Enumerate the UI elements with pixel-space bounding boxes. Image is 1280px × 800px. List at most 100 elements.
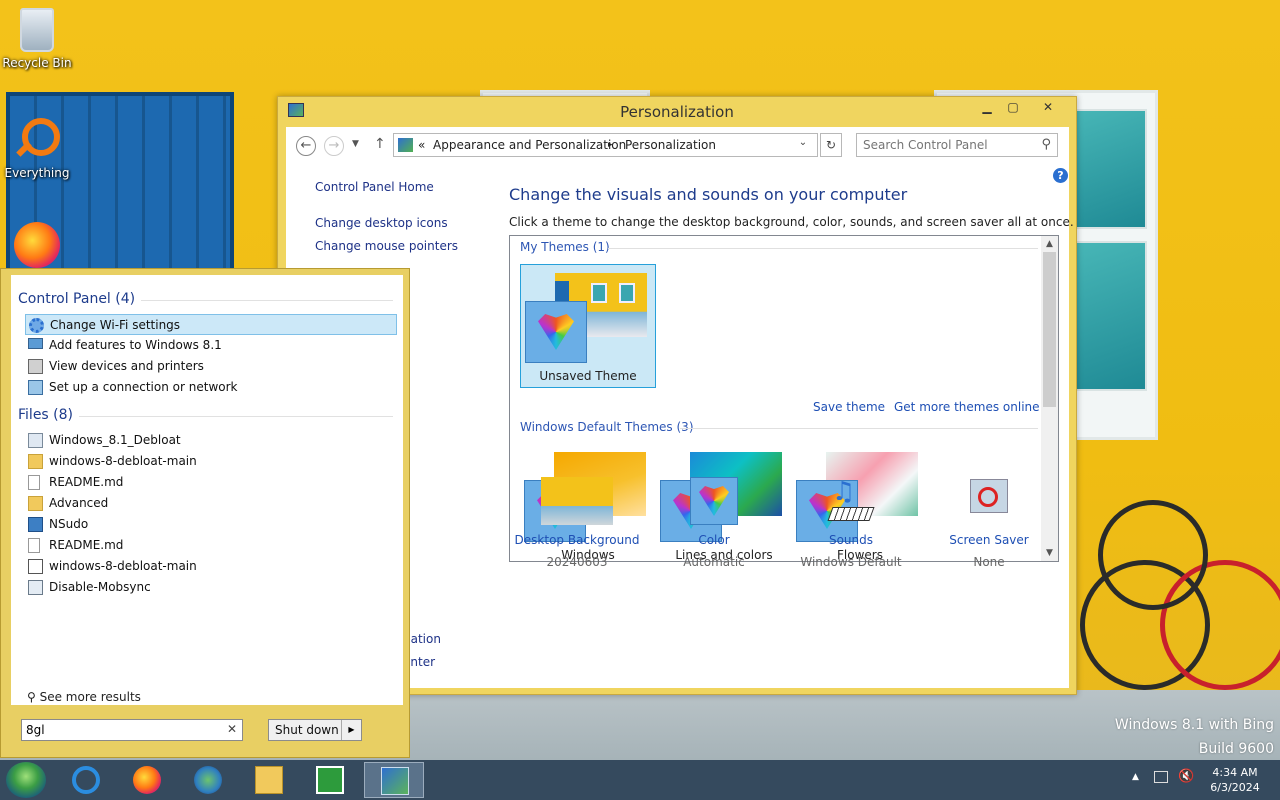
shut-down-button[interactable]: Shut down ▶ — [268, 719, 362, 741]
desktop-icon-recycle-bin[interactable]: Recycle Bin — [0, 8, 74, 70]
up-button[interactable]: ↑ — [374, 136, 386, 152]
file-result[interactable]: windows-8-debloat-main — [25, 556, 397, 577]
save-theme-link[interactable]: Save theme — [813, 400, 885, 414]
scroll-thumb[interactable] — [1043, 252, 1056, 407]
files-group-label: Files (8) — [18, 407, 74, 423]
taskbar-internet-explorer[interactable] — [56, 762, 116, 798]
search-box[interactable]: ⚲ — [856, 133, 1058, 157]
theme-unsaved[interactable]: Unsaved Theme — [520, 264, 656, 388]
address-prefix[interactable]: « — [418, 138, 425, 152]
result-set-up-connection[interactable]: Set up a connection or network — [25, 377, 397, 398]
theme-name: Unsaved Theme — [539, 369, 637, 383]
address-dropdown-icon[interactable]: ⌄ — [791, 137, 815, 148]
volume-muted-icon[interactable]: 🔇 — [1178, 769, 1194, 784]
file-result[interactable]: Disable-Mobsync — [25, 577, 397, 598]
section-divider — [608, 248, 1038, 249]
group-divider — [79, 416, 393, 417]
search-icon: ⚲ — [27, 690, 40, 704]
watermark-line1: Windows 8.1 with Bing — [1114, 717, 1274, 733]
result-label: Advanced — [49, 496, 109, 510]
screen-saver-setting[interactable]: Screen Saver None — [919, 477, 1059, 569]
file-result[interactable]: README.md — [25, 472, 397, 493]
file-explorer-icon — [255, 766, 283, 794]
minimize-button[interactable]: ▁ — [974, 97, 1000, 119]
file-result[interactable]: README.md — [25, 535, 397, 556]
file-result[interactable]: NSudo — [25, 514, 397, 535]
result-add-features[interactable]: Add features to Windows 8.1 — [25, 335, 397, 356]
taskbar-file-explorer[interactable] — [239, 762, 299, 798]
control-panel-group-label: Control Panel (4) — [18, 291, 136, 307]
recent-pages-button[interactable]: ▼ — [352, 139, 359, 149]
shortcut-icon — [28, 559, 43, 574]
watermark-line2: Build 9600 — [1198, 741, 1274, 757]
page-heading: Change the visuals and sounds on your co… — [509, 185, 908, 204]
see-more-label: See more results — [39, 690, 141, 704]
file-result[interactable]: windows-8-debloat-main — [25, 451, 397, 472]
sounds-icon: ♫ — [826, 477, 876, 525]
clock-time: 4:34 AM — [1212, 766, 1258, 779]
get-more-themes-link[interactable]: Get more themes online — [894, 400, 1040, 414]
search-results: Control Panel (4) Change Wi-Fi settings … — [11, 275, 403, 705]
address-bar[interactable]: « Appearance and Personalization ▸ Perso… — [393, 133, 818, 157]
firefox-icon — [14, 222, 60, 268]
back-button[interactable]: ← — [296, 136, 316, 156]
control-panel-icon — [398, 138, 413, 152]
start-button[interactable] — [6, 762, 46, 798]
taskbar-store[interactable] — [300, 762, 360, 798]
app-icon — [28, 517, 43, 532]
result-view-devices-printers[interactable]: View devices and printers — [25, 356, 397, 377]
desktop-background-setting[interactable]: Desktop Background 20240603 — [507, 477, 647, 569]
setting-name: Sounds — [828, 533, 874, 547]
setting-value: 20240603 — [546, 555, 608, 569]
see-more-results-link[interactable]: ⚲ See more results — [27, 690, 141, 704]
taskbar-network[interactable] — [178, 762, 238, 798]
maximize-button[interactable]: ▢ — [1000, 97, 1026, 119]
folder-icon — [28, 454, 43, 469]
breadcrumb-appearance[interactable]: Appearance and Personalization — [433, 138, 626, 152]
desktop-icon-firefox[interactable] — [0, 222, 74, 272]
sounds-setting[interactable]: ♫ Sounds Windows Default — [781, 477, 921, 569]
store-icon — [316, 766, 344, 794]
window-titlebar[interactable]: Personalization ▁ ▢ ✕ — [278, 97, 1076, 127]
color-palette-icon — [690, 477, 738, 525]
result-label: windows-8-debloat-main — [49, 454, 197, 468]
network-globe-icon — [194, 766, 222, 794]
close-button[interactable]: ✕ — [1026, 97, 1070, 119]
desktop-icon-everything[interactable]: Everything — [0, 116, 74, 180]
start-search-input[interactable] — [26, 721, 216, 739]
scroll-up-icon[interactable]: ▲ — [1041, 236, 1058, 252]
firefox-icon — [133, 766, 161, 794]
setting-name: Color — [698, 533, 730, 547]
color-setting[interactable]: Color Automatic — [644, 477, 784, 569]
file-result[interactable]: Advanced — [25, 493, 397, 514]
result-label: README.md — [49, 475, 124, 489]
control-panel-home-link[interactable]: Control Panel Home — [315, 180, 434, 194]
network-tray-icon[interactable] — [1154, 771, 1168, 783]
clear-icon[interactable]: ✕ — [227, 722, 237, 736]
default-themes-label: Windows Default Themes (3) — [520, 420, 694, 434]
document-icon — [28, 538, 40, 553]
result-label: Set up a connection or network — [49, 380, 238, 394]
wallpaper-bike-wheel — [1098, 500, 1208, 610]
breadcrumb-separator: ▸ — [608, 140, 613, 150]
shut-down-options-icon[interactable]: ▶ — [341, 720, 361, 740]
page-description: Click a theme to change the desktop back… — [509, 215, 1074, 229]
forward-button[interactable]: → — [324, 136, 344, 156]
show-hidden-icons[interactable]: ▲ — [1132, 772, 1139, 782]
taskbar-firefox[interactable] — [117, 762, 177, 798]
change-mouse-pointers-link[interactable]: Change mouse pointers — [315, 239, 458, 253]
file-result[interactable]: Windows_8.1_Debloat — [25, 430, 397, 451]
screen-saver-icon — [966, 477, 1012, 525]
taskbar-control-panel[interactable] — [364, 762, 424, 798]
start-search-row: ✕ Shut down ▶ — [11, 707, 403, 751]
result-change-wifi-settings[interactable]: Change Wi-Fi settings — [25, 314, 397, 335]
desktop-icon-label: Recycle Bin — [2, 56, 72, 70]
taskbar: ▲ 🔇 4:34 AM 6/3/2024 — [0, 760, 1280, 800]
refresh-button[interactable]: ↻ — [820, 133, 842, 157]
clock[interactable]: 4:34 AM 6/3/2024 — [1200, 765, 1270, 795]
start-search-box[interactable]: ✕ — [21, 719, 243, 741]
help-icon[interactable]: ? — [1053, 168, 1068, 183]
change-desktop-icons-link[interactable]: Change desktop icons — [315, 216, 448, 230]
breadcrumb-personalization[interactable]: Personalization — [625, 138, 716, 152]
search-input[interactable] — [863, 135, 1033, 155]
